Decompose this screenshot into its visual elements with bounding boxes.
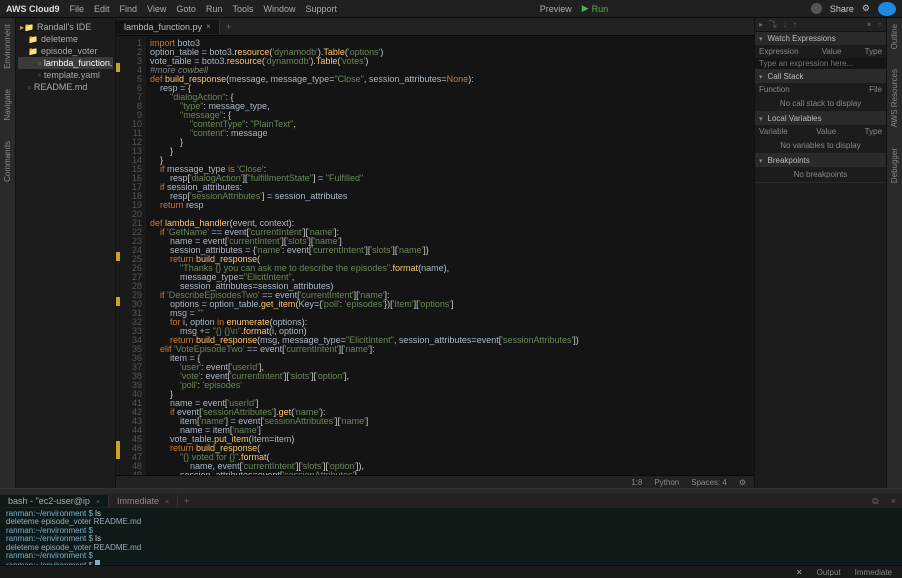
lang-mode[interactable]: Python <box>654 478 679 487</box>
editor-tab[interactable]: lambda_function.py× <box>116 20 220 34</box>
close-icon[interactable]: × <box>96 499 100 506</box>
avatar-icon[interactable] <box>811 3 822 14</box>
folder-icon: ▸📁 <box>20 23 34 32</box>
dbg-resume-icon[interactable]: ▸ <box>759 20 763 29</box>
terminal-tab-immediate[interactable]: Immediate× <box>109 495 178 507</box>
menu-tools[interactable]: Tools <box>232 4 253 14</box>
tree-item[interactable]: 📁episode_voter <box>18 45 113 57</box>
immediate-tab[interactable]: Immediate <box>855 568 892 577</box>
dbg-watch-header[interactable]: Watch Expressions <box>755 32 886 45</box>
menu-goto[interactable]: Goto <box>176 4 196 14</box>
editor-tabbar: lambda_function.py× + <box>116 18 754 36</box>
editor-pane: lambda_function.py× + 123456789101112131… <box>116 18 754 488</box>
terminal-tab-add[interactable]: + <box>178 496 195 506</box>
settings-icon[interactable]: ⚙ <box>739 478 746 487</box>
menu-support[interactable]: Support <box>305 4 337 14</box>
menu-view[interactable]: View <box>147 4 166 14</box>
cloud-icon[interactable] <box>878 2 896 16</box>
callstack-empty: No call stack to display <box>755 96 886 111</box>
terminal-tab-bash[interactable]: bash - "ec2-user@ip× <box>0 495 109 507</box>
terminal-tabbar: bash - "ec2-user@ip× Immediate× + ⧉ × <box>0 494 902 508</box>
file-tree: ▸📁Randall's IDE 📁deleteme📁episode_voter▫… <box>16 18 116 488</box>
cursor-pos: 1:8 <box>631 478 642 487</box>
dbg-stepover-icon[interactable]: ⤵ <box>769 19 777 30</box>
breakpoints-empty: No breakpoints <box>755 167 886 182</box>
dbg-close-icon[interactable]: ○ <box>877 20 882 29</box>
menu-window[interactable]: Window <box>263 4 295 14</box>
play-icon: ▶ <box>582 3 589 14</box>
terminal-popout-icon[interactable]: ⧉ <box>866 496 884 507</box>
file-icon: ▫ <box>38 59 41 68</box>
close-icon[interactable]: × <box>165 499 169 506</box>
indent-mode[interactable]: Spaces: 4 <box>691 478 727 487</box>
dbg-stepin-icon[interactable]: ↓ <box>783 20 787 29</box>
share-button[interactable]: Share <box>830 4 854 14</box>
debug-panel: ▸ ⤵ ↓ ↑ ⏸ ○ Watch Expressions Expression… <box>754 18 886 488</box>
rail-aws-resources[interactable]: AWS Resources <box>890 69 899 127</box>
logo: AWS Cloud9 <box>6 4 60 14</box>
menu-edit[interactable]: Edit <box>94 4 110 14</box>
right-rail: Outline AWS Resources Debugger <box>886 18 902 488</box>
menu-find[interactable]: Find <box>120 4 138 14</box>
file-icon: ▫ <box>38 71 41 80</box>
rail-debugger[interactable]: Debugger <box>890 148 899 183</box>
bottom-close-icon[interactable]: ✕ <box>796 568 803 577</box>
dbg-pause-icon[interactable]: ⏸ <box>867 20 871 30</box>
rail-navigate[interactable]: Navigate <box>3 89 12 121</box>
output-tab[interactable]: Output <box>817 568 841 577</box>
menubar: AWS Cloud9 File Edit Find View Goto Run … <box>0 0 902 18</box>
dbg-callstack-header[interactable]: Call Stack <box>755 70 886 83</box>
rail-outline[interactable]: Outline <box>890 24 899 49</box>
run-button[interactable]: ▶Run <box>582 3 608 14</box>
debug-toolbar: ▸ ⤵ ↓ ↑ ⏸ ○ <box>755 18 886 32</box>
rail-commands[interactable]: Commands <box>3 141 12 182</box>
tree-item[interactable]: ▫template.yaml <box>18 69 113 81</box>
folder-icon: 📁 <box>28 47 38 56</box>
tree-item[interactable]: 📁deleteme <box>18 33 113 45</box>
menu-file[interactable]: File <box>70 4 85 14</box>
preview-button[interactable]: Preview <box>540 4 572 14</box>
dbg-stepout-icon[interactable]: ↑ <box>793 20 797 29</box>
terminal-close-icon[interactable]: × <box>885 496 902 506</box>
tree-item[interactable]: ▫README.md <box>18 81 113 93</box>
gear-icon[interactable]: ⚙ <box>862 3 870 14</box>
terminal-body[interactable]: ranman:~/environment $ lsdeleteme episod… <box>0 508 902 565</box>
terminal-panel: bash - "ec2-user@ip× Immediate× + ⧉ × ra… <box>0 488 902 565</box>
file-icon: ▫ <box>28 83 31 92</box>
close-icon[interactable]: × <box>206 22 211 31</box>
locals-empty: No variables to display <box>755 138 886 153</box>
menu-run[interactable]: Run <box>206 4 223 14</box>
dbg-locals-header[interactable]: Local Variables <box>755 112 886 125</box>
tree-root[interactable]: ▸📁Randall's IDE <box>18 21 113 33</box>
tab-add[interactable]: + <box>220 22 237 32</box>
dbg-breakpoints-header[interactable]: Breakpoints <box>755 154 886 167</box>
bottom-bar: ✕ Output Immediate <box>0 565 902 578</box>
left-rail: Environment Navigate Commands <box>0 18 16 488</box>
watch-input[interactable] <box>755 58 886 69</box>
editor-statusbar: 1:8 Python Spaces: 4 ⚙ <box>116 475 754 488</box>
rail-environment[interactable]: Environment <box>3 24 12 69</box>
folder-icon: 📁 <box>28 35 38 44</box>
tree-item[interactable]: ▫lambda_function.py <box>18 57 113 69</box>
code-editor[interactable]: 1234567891011121314151617181920212223242… <box>116 36 754 475</box>
